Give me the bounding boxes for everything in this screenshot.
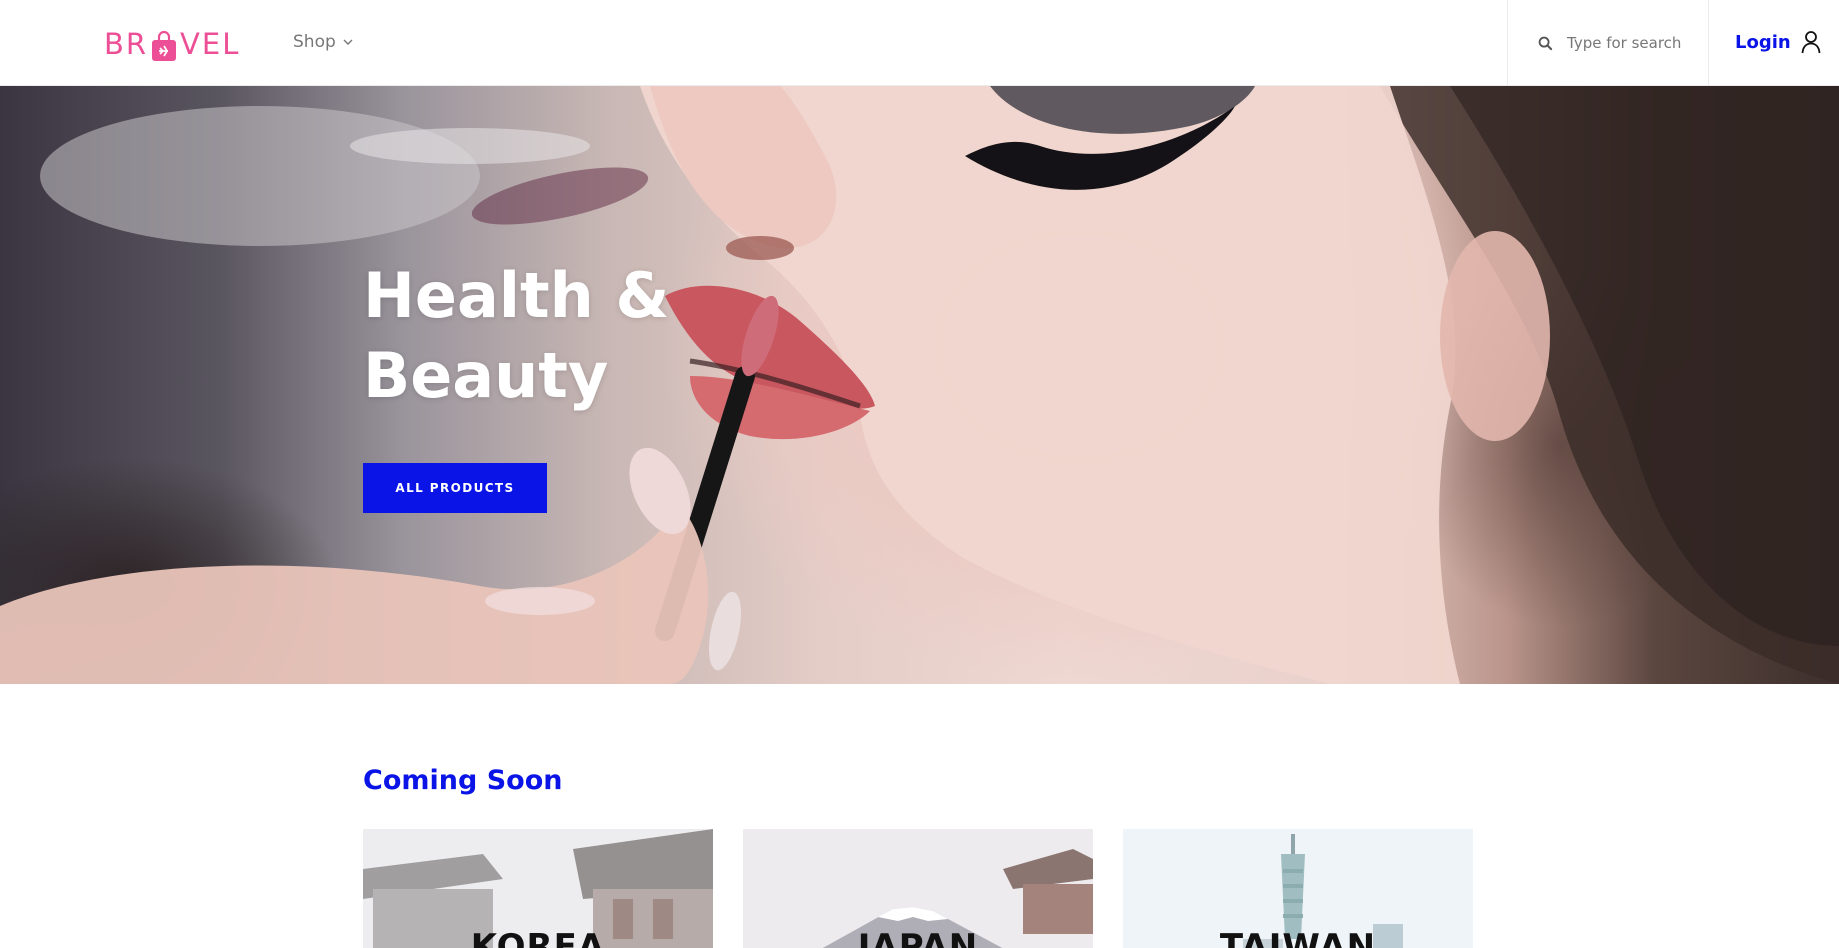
shopping-bag-icon [150,30,178,61]
all-products-button[interactable]: ALL PRODUCTS [363,463,547,513]
logo-text-suffix: VEL [180,27,241,61]
hero-title: Health & Beauty [363,256,783,416]
search-icon[interactable] [1538,36,1553,51]
shop-menu-label: Shop [293,32,336,52]
logo-text-prefix: BR [104,27,149,61]
card-taiwan[interactable]: TAIWAN [1123,829,1473,948]
search-box [1507,0,1709,86]
card-japan[interactable]: JAPAN [743,829,1093,948]
hero-photo [0,86,1839,684]
site-header: BR VEL Shop Login [0,0,1839,86]
login-link[interactable]: Login [1735,27,1821,57]
card-korea[interactable]: KOREA [363,829,713,948]
hero-title-line2: Beauty [363,339,609,412]
login-label: Login [1735,31,1791,53]
hero-banner: Health & Beauty ALL PRODUCTS [0,86,1839,684]
card-korea-label: KOREA [470,927,606,948]
hero-title-line1: Health & [363,259,670,332]
shop-menu[interactable]: Shop [293,28,354,56]
card-taiwan-label: TAIWAN [1219,927,1377,948]
brand-logo[interactable]: BR VEL [104,18,241,61]
coming-soon-title: Coming Soon [363,765,563,796]
user-icon [1801,31,1821,54]
coming-soon-cards: KOREA JAPAN TAIWAN [363,829,1474,948]
search-input[interactable] [1567,34,1697,52]
chevron-down-icon [343,39,353,45]
card-japan-label: JAPAN [857,927,979,948]
